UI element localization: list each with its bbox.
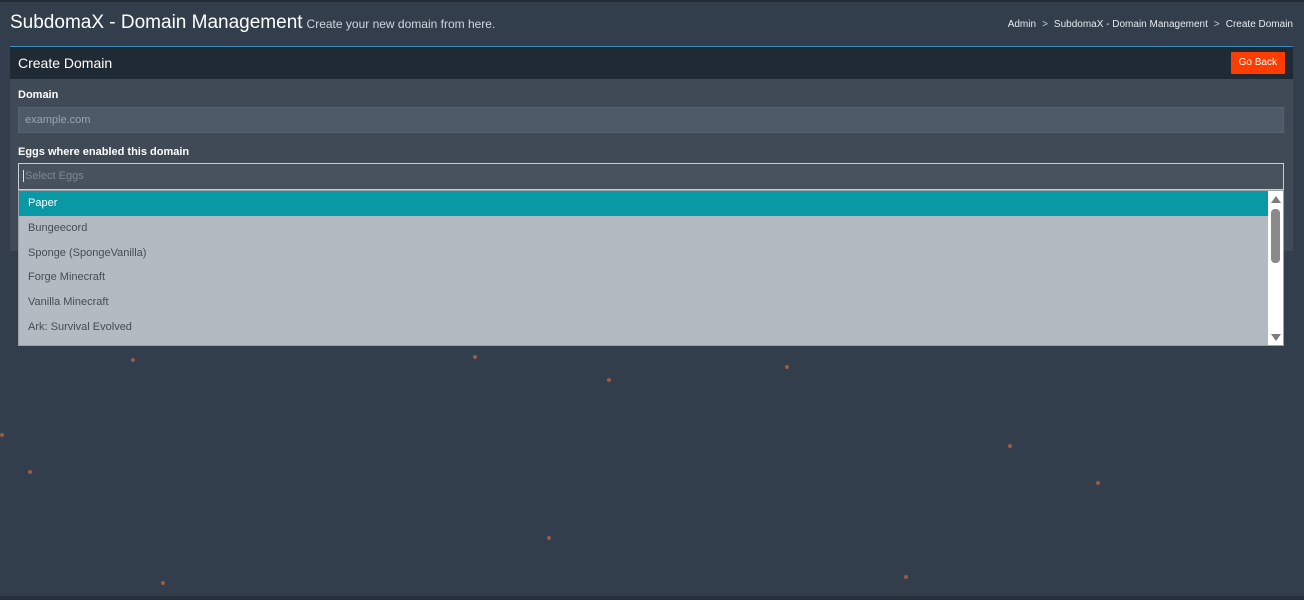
dropdown-option-sponge[interactable]: Sponge (SpongeVanilla) <box>19 241 1269 266</box>
breadcrumb-separator: > <box>1213 19 1220 30</box>
breadcrumb-item-admin[interactable]: Admin <box>1008 19 1036 30</box>
breadcrumb-item-create-domain: Create Domain <box>1225 19 1293 30</box>
bottom-border <box>0 596 1304 600</box>
dropdown-option-forge[interactable]: Forge Minecraft <box>19 265 1269 290</box>
dropdown-scrollbar[interactable] <box>1268 191 1283 345</box>
eggs-dropdown[interactable]: Paper Bungeecord Sponge (SpongeVanilla) … <box>18 190 1284 346</box>
go-back-button[interactable]: Go Back <box>1230 52 1285 74</box>
background-particle <box>28 470 32 474</box>
box-header: Create Domain Go Back <box>10 47 1293 79</box>
background-particle <box>1096 481 1100 485</box>
background-particle <box>473 355 477 359</box>
background-particle <box>0 433 4 437</box>
dropdown-option-vanilla[interactable]: Vanilla Minecraft <box>19 290 1269 315</box>
dropdown-option-ark[interactable]: Ark: Survival Evolved <box>19 315 1269 340</box>
box-title: Create Domain <box>18 55 113 71</box>
dropdown-option-bungeecord[interactable]: Bungeecord <box>19 216 1269 241</box>
text-caret <box>23 170 24 183</box>
background-particle <box>1008 444 1012 448</box>
page-header: SubdomaX - Domain Management Create your… <box>10 12 495 40</box>
breadcrumb-item-subdomax[interactable]: SubdomaX - Domain Management <box>1054 19 1208 30</box>
eggs-select-input[interactable]: Select Eggs <box>18 163 1284 190</box>
background-particle <box>131 358 135 362</box>
scroll-down-arrow-icon[interactable] <box>1271 334 1281 341</box>
dropdown-option-paper[interactable]: Paper <box>19 191 1269 216</box>
background-particle <box>607 378 611 382</box>
eggs-label: Eggs where enabled this domain <box>18 146 190 158</box>
breadcrumb-separator: > <box>1042 19 1048 30</box>
scroll-up-arrow-icon[interactable] <box>1271 196 1281 203</box>
top-border <box>0 0 1304 2</box>
background-particle <box>785 365 789 369</box>
page-subtitle: Create your new domain from here. <box>306 17 496 31</box>
domain-input[interactable]: example.com <box>18 107 1284 133</box>
domain-label: Domain <box>18 89 59 101</box>
breadcrumb: Admin > SubdomaX - Domain Management > C… <box>1008 19 1293 30</box>
scrollbar-thumb[interactable] <box>1271 209 1280 263</box>
page-title: SubdomaX - Domain Management <box>10 12 303 33</box>
background-particle <box>547 536 551 540</box>
eggs-placeholder: Select Eggs <box>25 170 84 182</box>
background-particle <box>161 581 165 585</box>
background-particle <box>904 575 908 579</box>
